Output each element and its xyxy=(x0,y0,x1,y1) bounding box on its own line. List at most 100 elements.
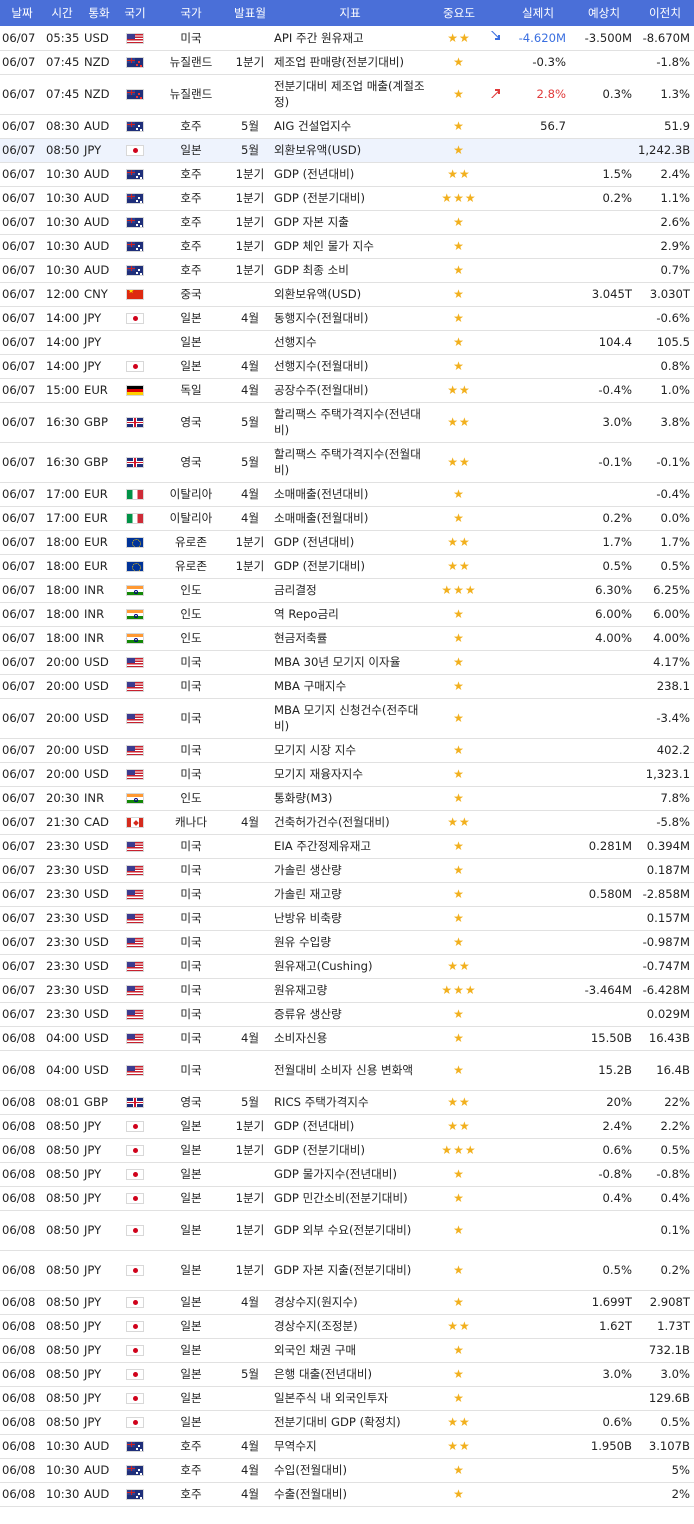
table-row[interactable]: 06/08 08:01 GBP 영국 5월 RICS 주택가격지수 ★★ 20% 22% xyxy=(0,1090,694,1114)
table-row[interactable]: 06/07 20:00 USD 미국 모기지 재융자지수 ★ 1,323.1 xyxy=(0,762,694,786)
row-indicator[interactable]: GDP 체인 물가 지수 xyxy=(270,234,430,258)
row-indicator[interactable]: 외국인 채권 구매 xyxy=(270,1338,430,1362)
row-indicator[interactable]: 전분기대비 제조업 매출(계절조정) xyxy=(270,74,430,114)
table-row[interactable]: 06/07 16:30 GBP 영국 5월 할리팩스 주택가격지수(전월대비) ★★ -0.1… xyxy=(0,442,694,482)
table-row[interactable]: 06/07 23:30 USD 미국 원유재고(Cushing) ★★ -0.747M xyxy=(0,954,694,978)
header-flag[interactable]: 국기 xyxy=(118,0,152,26)
row-indicator[interactable]: 모기지 재융자지수 xyxy=(270,762,430,786)
table-row[interactable]: 06/07 23:30 USD 미국 원유재고량 ★★★ -3.464M -6.428M xyxy=(0,978,694,1002)
table-row[interactable]: 06/07 07:45 NZD 뉴질랜드 전분기대비 제조업 매출(계절조정) ★ 2.8%… xyxy=(0,74,694,114)
row-indicator[interactable]: 외환보유액(USD) xyxy=(270,138,430,162)
table-row[interactable]: 06/07 10:30 AUD 호주 1분기 GDP 최종 소비 ★ 0.7% xyxy=(0,258,694,282)
table-row[interactable]: 06/07 05:35 USD 미국 API 주간 원유재고 ★★ -4.620M -3.50… xyxy=(0,26,694,50)
table-row[interactable]: 06/08 10:30 AUD 호주 4월 무역수지 ★★ 1.950B 3.107B xyxy=(0,1434,694,1458)
row-indicator[interactable]: MBA 모기지 신청건수(전주대비) xyxy=(270,698,430,738)
table-row[interactable]: 06/07 23:30 USD 미국 가솔린 생산량 ★ 0.187M xyxy=(0,858,694,882)
table-row[interactable]: 06/07 16:30 GBP 영국 5월 할리팩스 주택가격지수(전년대비) ★★ 3.0%… xyxy=(0,402,694,442)
row-indicator[interactable]: 원유 수입량 xyxy=(270,930,430,954)
row-indicator[interactable]: GDP 자본 지출(전분기대비) xyxy=(270,1250,430,1290)
header-country[interactable]: 국가 xyxy=(152,0,230,26)
row-indicator[interactable]: GDP 민간소비(전분기대비) xyxy=(270,1186,430,1210)
row-indicator[interactable]: 경상수지(조정분) xyxy=(270,1314,430,1338)
row-indicator[interactable]: 금리결정 xyxy=(270,578,430,602)
header-currency[interactable]: 통화 xyxy=(80,0,118,26)
table-row[interactable]: 06/08 08:50 JPY 일본 일본주식 내 외국인투자 ★ 129.6B xyxy=(0,1386,694,1410)
table-row[interactable]: 06/08 10:30 AUD 호주 4월 수입(전월대비) ★ 5% xyxy=(0,1458,694,1482)
table-row[interactable]: 06/07 18:00 INR 인도 금리결정 ★★★ 6.30% 6.25% xyxy=(0,578,694,602)
table-row[interactable]: 06/08 08:50 JPY 일본 1분기 GDP (전분기대비) ★★★ 0.6% 0.5% xyxy=(0,1138,694,1162)
table-row[interactable]: 06/07 20:00 USD 미국 MBA 30년 모기지 이자율 ★ 4.17% xyxy=(0,650,694,674)
table-row[interactable]: 06/08 08:50 JPY 일본 전분기대비 GDP (확정치) ★★ 0.6% 0.5% xyxy=(0,1410,694,1434)
row-indicator[interactable]: EIA 주간정제유재고 xyxy=(270,834,430,858)
table-row[interactable]: 06/08 04:00 USD 미국 전월대비 소비자 신용 변화액 ★ 15.2B 16.4… xyxy=(0,1050,694,1090)
table-row[interactable]: 06/07 23:30 USD 미국 EIA 주간정제유재고 ★ 0.281M 0.394M xyxy=(0,834,694,858)
row-indicator[interactable]: 원유재고(Cushing) xyxy=(270,954,430,978)
row-indicator[interactable]: GDP 외부 수요(전분기대비) xyxy=(270,1210,430,1250)
table-row[interactable]: 06/08 08:50 JPY 일본 1분기 GDP 외부 수요(전분기대비) ★ 0.1% xyxy=(0,1210,694,1250)
row-indicator[interactable]: GDP 자본 지출 xyxy=(270,210,430,234)
row-indicator[interactable]: 증류유 생산량 xyxy=(270,1002,430,1026)
row-indicator[interactable]: 역 Repo금리 xyxy=(270,602,430,626)
row-indicator[interactable]: MBA 구매지수 xyxy=(270,674,430,698)
row-indicator[interactable]: 공장수주(전월대비) xyxy=(270,378,430,402)
table-row[interactable]: 06/07 15:00 EUR 독일 4월 공장수주(전월대비) ★★ -0.4% 1.0% xyxy=(0,378,694,402)
row-indicator[interactable]: GDP (전분기대비) xyxy=(270,1138,430,1162)
row-indicator[interactable]: 전월대비 소비자 신용 변화액 xyxy=(270,1050,430,1090)
header-actual[interactable]: 실제치 xyxy=(504,0,572,26)
row-indicator[interactable]: 제조업 판매량(전분기대비) xyxy=(270,50,430,74)
row-indicator[interactable]: 할리팩스 주택가격지수(전월대비) xyxy=(270,442,430,482)
table-row[interactable]: 06/08 08:50 JPY 일본 4월 경상수지(원지수) ★ 1.699T 2.908T xyxy=(0,1290,694,1314)
row-indicator[interactable]: GDP (전년대비) xyxy=(270,530,430,554)
row-indicator[interactable]: 모기지 시장 지수 xyxy=(270,738,430,762)
table-row[interactable]: 06/07 10:30 AUD 호주 1분기 GDP 체인 물가 지수 ★ 2.9% xyxy=(0,234,694,258)
table-row[interactable]: 06/07 23:30 USD 미국 난방유 비축량 ★ 0.157M xyxy=(0,906,694,930)
table-row[interactable]: 06/08 08:50 JPY 일본 1분기 GDP 자본 지출(전분기대비) ★ 0.5% 0… xyxy=(0,1250,694,1290)
table-row[interactable]: 06/07 17:00 EUR 이탈리아 4월 소매매출(전월대비) ★ 0.2% 0.0% xyxy=(0,506,694,530)
table-row[interactable]: 06/08 04:00 USD 미국 4월 소비자신용 ★ 15.50B 16.43B xyxy=(0,1026,694,1050)
table-row[interactable]: 06/08 10:30 AUD 호주 4월 수출(전월대비) ★ 2% xyxy=(0,1482,694,1506)
row-indicator[interactable]: 무역수지 xyxy=(270,1434,430,1458)
table-row[interactable]: 06/07 20:00 USD 미국 MBA 구매지수 ★ 238.1 xyxy=(0,674,694,698)
table-row[interactable]: 06/07 10:30 AUD 호주 1분기 GDP (전분기대비) ★★★ 0.2% 1.1% xyxy=(0,186,694,210)
table-row[interactable]: 06/08 08:50 JPY 일본 외국인 채권 구매 ★ 732.1B xyxy=(0,1338,694,1362)
row-indicator[interactable]: 경상수지(원지수) xyxy=(270,1290,430,1314)
row-indicator[interactable]: 전분기대비 GDP (확정치) xyxy=(270,1410,430,1434)
row-indicator[interactable]: GDP (전분기대비) xyxy=(270,186,430,210)
header-period[interactable]: 발표월 xyxy=(230,0,270,26)
table-row[interactable]: 06/07 23:30 USD 미국 증류유 생산량 ★ 0.029M xyxy=(0,1002,694,1026)
row-indicator[interactable]: MBA 30년 모기지 이자율 xyxy=(270,650,430,674)
row-indicator[interactable]: 수입(전월대비) xyxy=(270,1458,430,1482)
table-row[interactable]: 06/07 14:00 JPY 일본 선행지수 ★ 104.4 105.5 xyxy=(0,330,694,354)
row-indicator[interactable]: 가솔린 생산량 xyxy=(270,858,430,882)
row-indicator[interactable]: GDP (전년대비) xyxy=(270,1114,430,1138)
table-row[interactable]: 06/08 08:50 JPY 일본 1분기 GDP (전년대비) ★★ 2.4% 2.2% xyxy=(0,1114,694,1138)
row-indicator[interactable]: RICS 주택가격지수 xyxy=(270,1090,430,1114)
header-forecast[interactable]: 예상치 xyxy=(572,0,636,26)
table-row[interactable]: 06/07 18:00 EUR 유로존 1분기 GDP (전년대비) ★★ 1.7% 1.7% xyxy=(0,530,694,554)
row-indicator[interactable]: 선행지수(전월대비) xyxy=(270,354,430,378)
table-row[interactable]: 06/08 08:50 JPY 일본 1분기 GDP 민간소비(전분기대비) ★ 0.4% 0.… xyxy=(0,1186,694,1210)
row-indicator[interactable]: 외환보유액(USD) xyxy=(270,282,430,306)
header-previous[interactable]: 이전치 xyxy=(636,0,694,26)
table-row[interactable]: 06/07 14:00 JPY 일본 4월 동행지수(전월대비) ★ -0.6% xyxy=(0,306,694,330)
table-row[interactable]: 06/07 23:30 USD 미국 가솔린 재고량 ★ 0.580M -2.858M xyxy=(0,882,694,906)
table-row[interactable]: 06/07 07:45 NZD 뉴질랜드 1분기 제조업 판매량(전분기대비) ★ -0.3%… xyxy=(0,50,694,74)
table-row[interactable]: 06/07 10:30 AUD 호주 1분기 GDP 자본 지출 ★ 2.6% xyxy=(0,210,694,234)
row-indicator[interactable]: 소매매출(전년대비) xyxy=(270,482,430,506)
row-indicator[interactable]: 현금저축률 xyxy=(270,626,430,650)
row-indicator[interactable]: 소비자신용 xyxy=(270,1026,430,1050)
table-row[interactable]: 06/07 08:30 AUD 호주 5월 AIG 건설업지수 ★ 56.7 51.9 xyxy=(0,114,694,138)
table-row[interactable]: 06/07 20:30 INR 인도 통화량(M3) ★ 7.8% xyxy=(0,786,694,810)
table-row[interactable]: 06/07 12:00 CNY 중국 외환보유액(USD) ★ 3.045T 3.030T xyxy=(0,282,694,306)
row-indicator[interactable]: GDP (전년대비) xyxy=(270,162,430,186)
row-indicator[interactable]: 선행지수 xyxy=(270,330,430,354)
row-indicator[interactable]: GDP (전분기대비) xyxy=(270,554,430,578)
table-row[interactable]: 06/08 08:50 JPY 일본 경상수지(조정분) ★★ 1.62T 1.73T xyxy=(0,1314,694,1338)
table-row[interactable]: 06/07 20:00 USD 미국 MBA 모기지 신청건수(전주대비) ★ -3.4% xyxy=(0,698,694,738)
table-row[interactable]: 06/07 21:30 CAD 캐나다 4월 건축허가건수(전월대비) ★★ -5.8% xyxy=(0,810,694,834)
table-row[interactable]: 06/07 18:00 INR 인도 역 Repo금리 ★ 6.00% 6.00% xyxy=(0,602,694,626)
row-indicator[interactable]: 소매매출(전월대비) xyxy=(270,506,430,530)
table-row[interactable]: 06/08 08:50 JPY 일본 5월 은행 대출(전년대비) ★ 3.0% 3.0% xyxy=(0,1362,694,1386)
row-indicator[interactable]: 원유재고량 xyxy=(270,978,430,1002)
row-indicator[interactable]: 동행지수(전월대비) xyxy=(270,306,430,330)
